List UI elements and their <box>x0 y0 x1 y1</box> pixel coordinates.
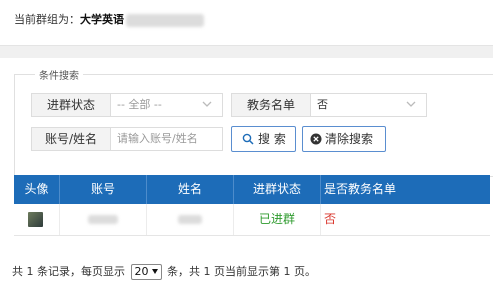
clear-search-button-label: 清除搜索 <box>325 132 374 146</box>
clear-search-button[interactable]: 清除搜索 <box>302 126 386 152</box>
avatar <box>28 212 43 227</box>
status-select[interactable]: -- 全部 -- <box>110 93 223 117</box>
page-size-value: 20 <box>134 265 149 278</box>
teacher-list-select[interactable]: 否 <box>310 93 427 117</box>
cell-name <box>147 204 234 235</box>
cell-teacher-list: 否 <box>324 212 337 226</box>
chevron-down-icon <box>202 101 212 107</box>
cell-status: 已进群 <box>234 204 321 235</box>
pagination-suffix: 条，共 1 页当前显示第 1 页。 <box>167 265 316 278</box>
main-panel: 条件搜索 进群状态 -- 全部 -- 教务名单 否 账号/姓名 请输入账号/姓名… <box>0 58 493 300</box>
page-size-select[interactable]: 20 <box>130 264 162 280</box>
current-group-line: 当前群组为：大学英语 <box>14 11 204 27</box>
clear-icon <box>310 133 322 145</box>
account-label: 账号/姓名 <box>31 127 111 151</box>
table-row: 已进群 否 <box>14 204 490 236</box>
pagination-prefix: 共 1 条记录，每页显示 <box>12 265 125 278</box>
cell-avatar <box>14 204 60 235</box>
account-input-placeholder: 请输入账号/姓名 <box>117 132 198 145</box>
search-legend: 条件搜索 <box>35 67 83 82</box>
top-bar: 当前群组为：大学英语 <box>0 0 493 46</box>
search-button[interactable]: 搜 索 <box>231 126 296 152</box>
group-name: 大学英语 <box>80 13 124 26</box>
chevron-down-icon <box>406 101 416 107</box>
pagination-info: 共 1 条记录，每页显示 20 条，共 1 页当前显示第 1 页。 <box>12 263 316 280</box>
col-name: 姓名 <box>147 175 234 204</box>
status-select-value: -- 全部 -- <box>117 98 162 111</box>
col-teacher-list: 是否教务名单 <box>324 182 397 196</box>
status-label: 进群状态 <box>31 93 111 117</box>
cell-account <box>60 204 147 235</box>
redacted-name <box>178 215 202 224</box>
col-avatar: 头像 <box>14 175 60 204</box>
group-label: 当前群组为： <box>14 13 80 26</box>
search-fieldset: 条件搜索 进群状态 -- 全部 -- 教务名单 否 账号/姓名 请输入账号/姓名… <box>14 67 493 177</box>
col-status: 进群状态 <box>234 175 321 204</box>
chevron-down-icon <box>151 269 158 274</box>
redacted-group-suffix <box>126 13 204 27</box>
search-button-label: 搜 索 <box>258 132 286 146</box>
search-icon <box>242 133 254 145</box>
teacher-list-select-value: 否 <box>317 98 328 111</box>
redacted-account <box>88 215 118 224</box>
teacher-list-label: 教务名单 <box>231 93 311 117</box>
account-input[interactable]: 请输入账号/姓名 <box>110 127 223 151</box>
col-account: 账号 <box>60 175 147 204</box>
table-header: 头像 账号 姓名 进群状态 是否教务名单 <box>14 175 490 204</box>
